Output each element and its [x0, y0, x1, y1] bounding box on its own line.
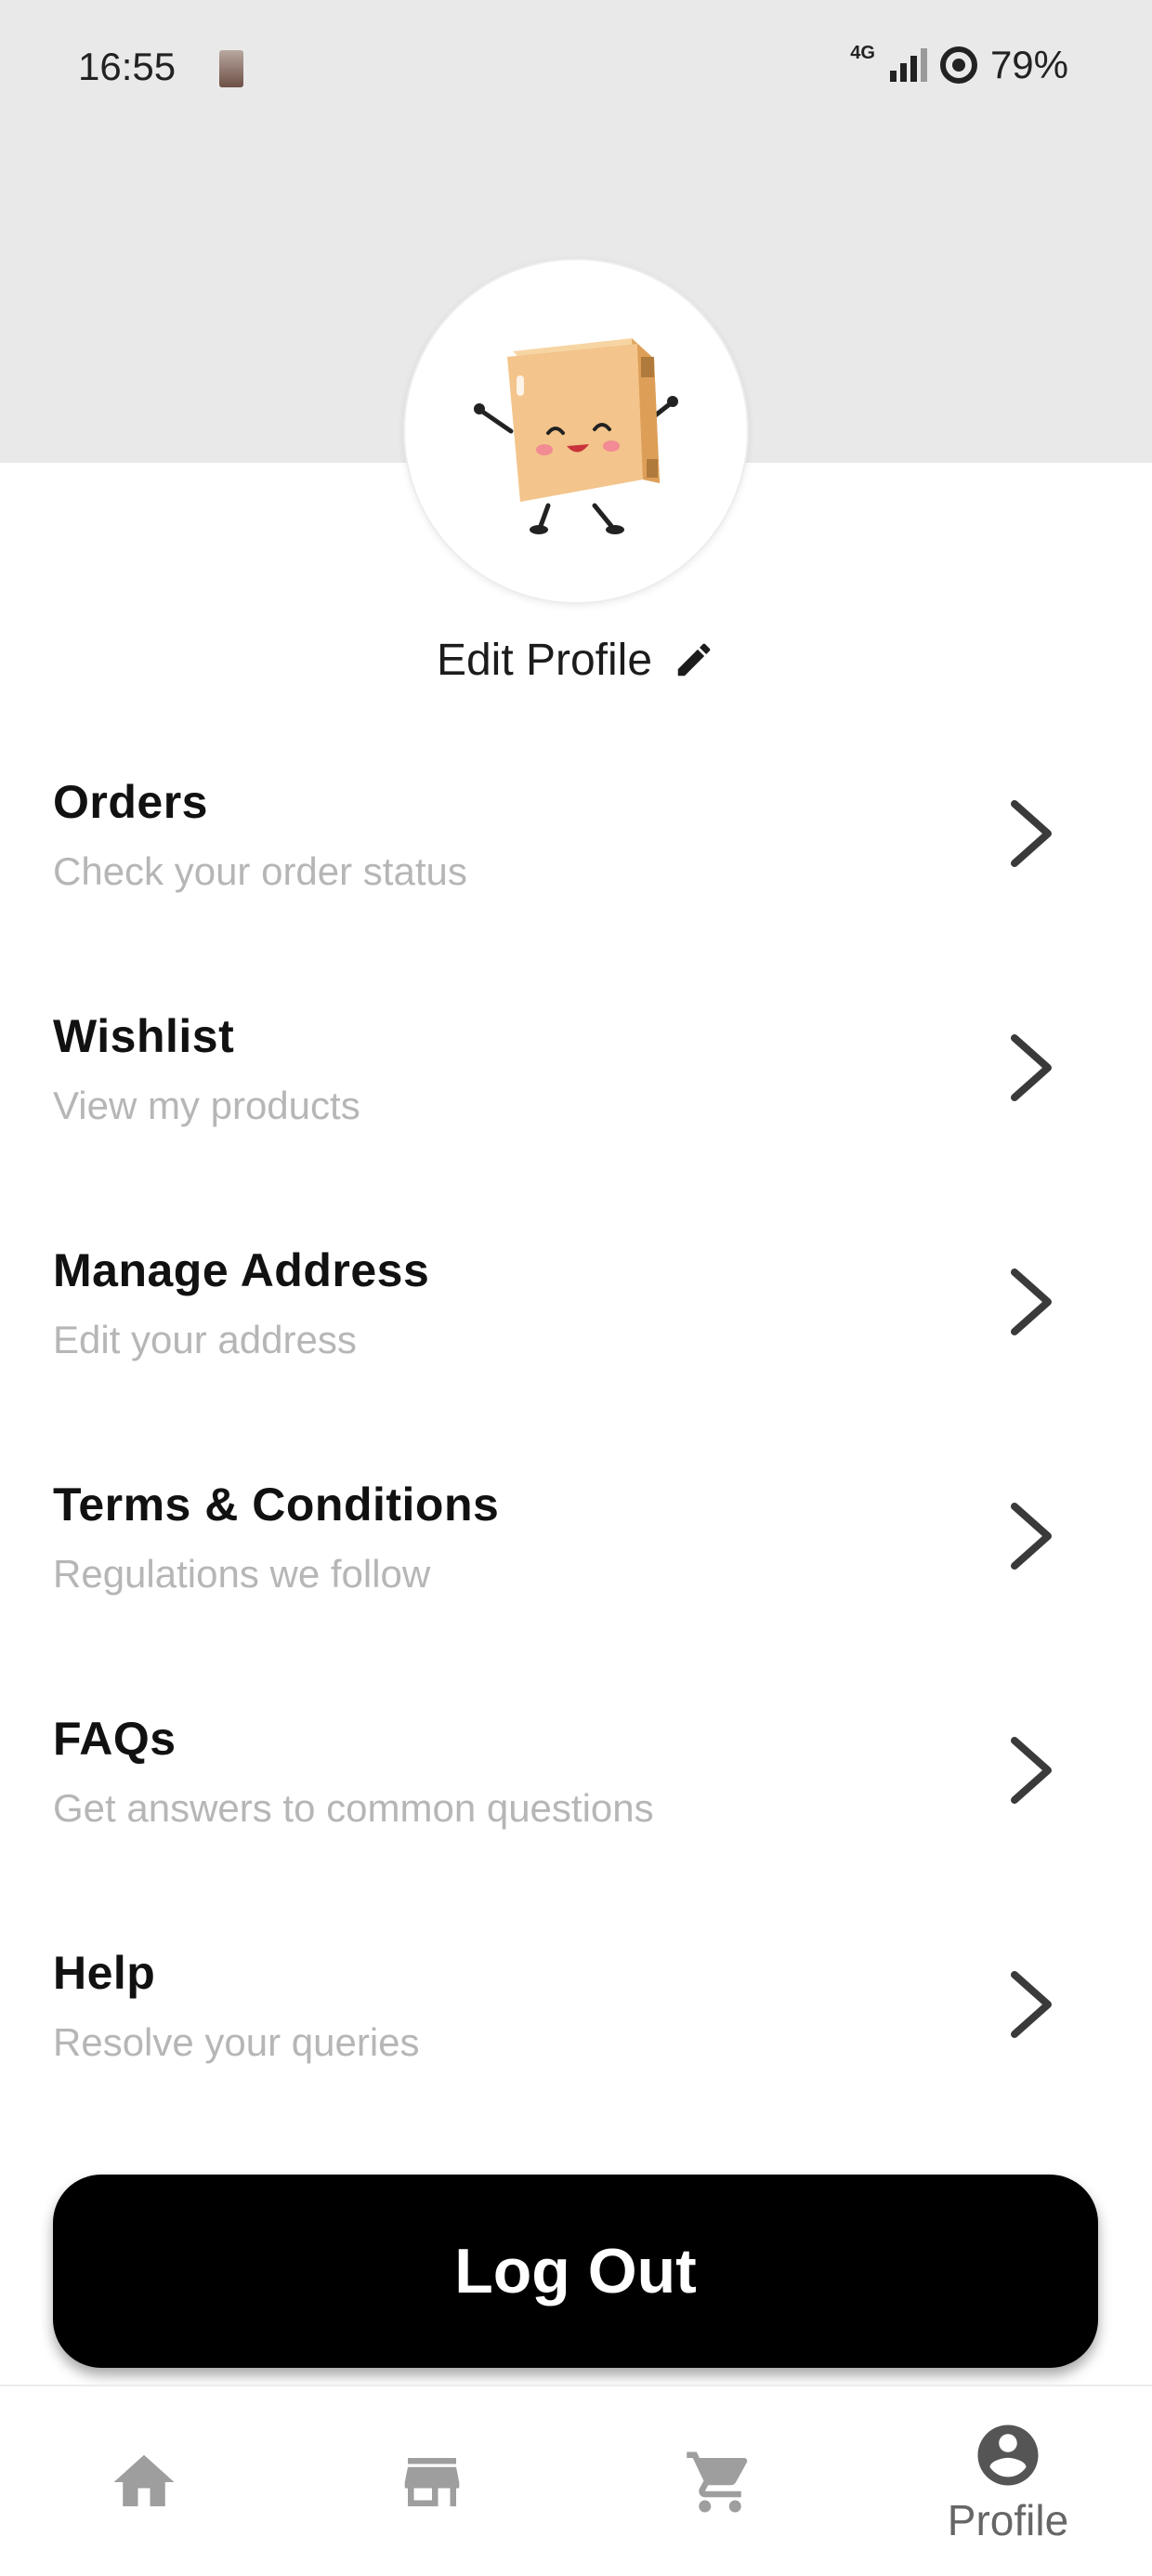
- account-icon: [977, 2425, 1039, 2486]
- chevron-right-icon: [1011, 1268, 1052, 1335]
- menu-item-title: Orders: [53, 776, 208, 828]
- chevron-right-icon: [1011, 1971, 1052, 2038]
- menu-item-subtitle: Get answers to common questions: [53, 1786, 654, 1830]
- home-icon: [113, 2454, 175, 2506]
- status-bar: 16:55 4G 79%: [0, 0, 1152, 139]
- pencil-icon: [677, 643, 711, 677]
- chevron-right-icon: [1011, 1034, 1052, 1101]
- status-time: 16:55: [78, 45, 177, 88]
- battery-level: 79%: [989, 43, 1068, 86]
- edit-profile-button[interactable]: Edit Profile: [0, 632, 1152, 688]
- signal-icon: [889, 48, 927, 82]
- nav-store[interactable]: [288, 2386, 576, 2576]
- edit-profile-label: Edit Profile: [436, 635, 653, 685]
- nav-profile-label: Profile: [947, 2496, 1069, 2544]
- menu-item-subtitle: Check your order status: [53, 849, 467, 893]
- menu-item-faqs[interactable]: FAQs Get answers to common questions: [0, 1652, 1152, 1886]
- logout-button[interactable]: Log Out: [53, 2175, 1098, 2368]
- nav-home[interactable]: [0, 2386, 288, 2576]
- menu-item-subtitle: Resolve your queries: [53, 2020, 420, 2064]
- menu-item-orders[interactable]: Orders Check your order status: [0, 716, 1152, 950]
- chevron-right-icon: [1011, 1737, 1052, 1804]
- nav-cart[interactable]: [576, 2386, 864, 2576]
- menu-item-manage-address[interactable]: Manage Address Edit your address: [0, 1184, 1152, 1418]
- network-type: 4G: [850, 43, 875, 63]
- menu-item-terms[interactable]: Terms & Conditions Regulations we follow: [0, 1418, 1152, 1652]
- menu-item-title: Wishlist: [53, 1010, 235, 1062]
- menu-item-title: Manage Address: [53, 1244, 430, 1296]
- chevron-right-icon: [1011, 800, 1052, 867]
- menu-item-subtitle: Edit your address: [53, 1318, 357, 1361]
- avatar[interactable]: [403, 258, 749, 604]
- box-mascot-icon: [474, 338, 678, 534]
- profile-screen: 16:55 4G 79% Edit Profile Orders Check y…: [0, 0, 1152, 2576]
- focus-mode-icon: [939, 46, 977, 84]
- cart-icon: [687, 2451, 748, 2513]
- profile-menu: Orders Check your order status Wishlist …: [0, 716, 1152, 2121]
- nav-profile[interactable]: Profile: [864, 2386, 1152, 2576]
- status-indicators: 4G 79%: [850, 43, 1068, 87]
- menu-item-subtitle: View my products: [53, 1084, 360, 1127]
- chevron-right-icon: [1011, 1503, 1052, 1570]
- menu-item-wishlist[interactable]: Wishlist View my products: [0, 950, 1152, 1184]
- menu-item-title: Help: [53, 1947, 156, 1999]
- notification-thumbnail-icon: [219, 50, 243, 87]
- bottom-nav: Profile: [0, 2385, 1152, 2576]
- menu-item-title: FAQs: [53, 1713, 177, 1765]
- menu-item-subtitle: Regulations we follow: [53, 1552, 431, 1596]
- menu-item-title: Terms & Conditions: [53, 1479, 500, 1531]
- store-icon: [404, 2458, 460, 2506]
- menu-item-help[interactable]: Help Resolve your queries: [0, 1886, 1152, 2121]
